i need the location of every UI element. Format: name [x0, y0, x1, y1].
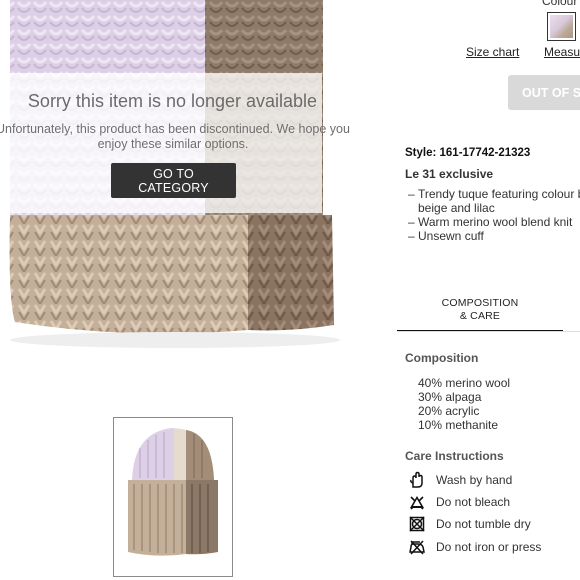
composition-heading: Composition [405, 351, 479, 365]
feature-list: Trendy tuque featuring colour bl beige a… [408, 187, 580, 243]
colour-label: Colour [542, 0, 578, 8]
care-item: Do not iron or press [408, 538, 541, 556]
tab-composition-care[interactable]: COMPOSITION & CARE [397, 297, 563, 332]
care-heading: Care Instructions [405, 449, 504, 463]
care-item-label: Do not tumble dry [436, 517, 531, 531]
care-item-label: Do not iron or press [436, 540, 542, 554]
composition-item: 20% acrylic [418, 404, 480, 418]
style-number: Style: 161-17742-21323 [405, 147, 531, 159]
size-chart-link[interactable]: Size chart [466, 45, 519, 59]
tab-composition-care-label: COMPOSITION & CARE [441, 297, 519, 322]
go-to-category-button[interactable]: GO TO CATEGORY [111, 163, 236, 198]
composition-list: 40% merino wool 30% alpaga 20% acrylic 1… [418, 376, 510, 432]
no-iron-icon [408, 538, 426, 556]
measure-link[interactable]: Measur [544, 45, 580, 59]
feature-item: Trendy tuque featuring colour bl beige a… [408, 187, 580, 215]
composition-item: 10% methanite [418, 418, 499, 432]
product-thumbnail[interactable] [113, 417, 233, 577]
unavailable-message: Unfortunately, this product has been dis… [0, 122, 350, 151]
care-item: Wash by hand [408, 471, 512, 489]
care-item-label: Wash by hand [436, 473, 513, 487]
hand-wash-icon [408, 471, 426, 489]
exclusive-label: Le 31 exclusive [405, 167, 494, 181]
no-tumble-dry-icon [408, 515, 426, 533]
tab-divider [397, 331, 580, 332]
care-item: Do not tumble dry [408, 515, 531, 533]
care-item: Do not bleach [408, 493, 510, 511]
care-item-label: Do not bleach [436, 495, 511, 509]
unavailable-title: Sorry this item is no longer available [27, 91, 318, 111]
feature-item: Unsewn cuff [408, 229, 580, 243]
composition-item: 40% merino wool [418, 376, 511, 390]
colour-swatch[interactable] [547, 12, 576, 41]
out-of-stock-button: OUT OF STO [508, 75, 580, 110]
feature-item: Warm merino wool blend knit [408, 215, 580, 229]
no-bleach-icon [408, 493, 426, 511]
composition-item: 30% alpaga [418, 390, 482, 404]
